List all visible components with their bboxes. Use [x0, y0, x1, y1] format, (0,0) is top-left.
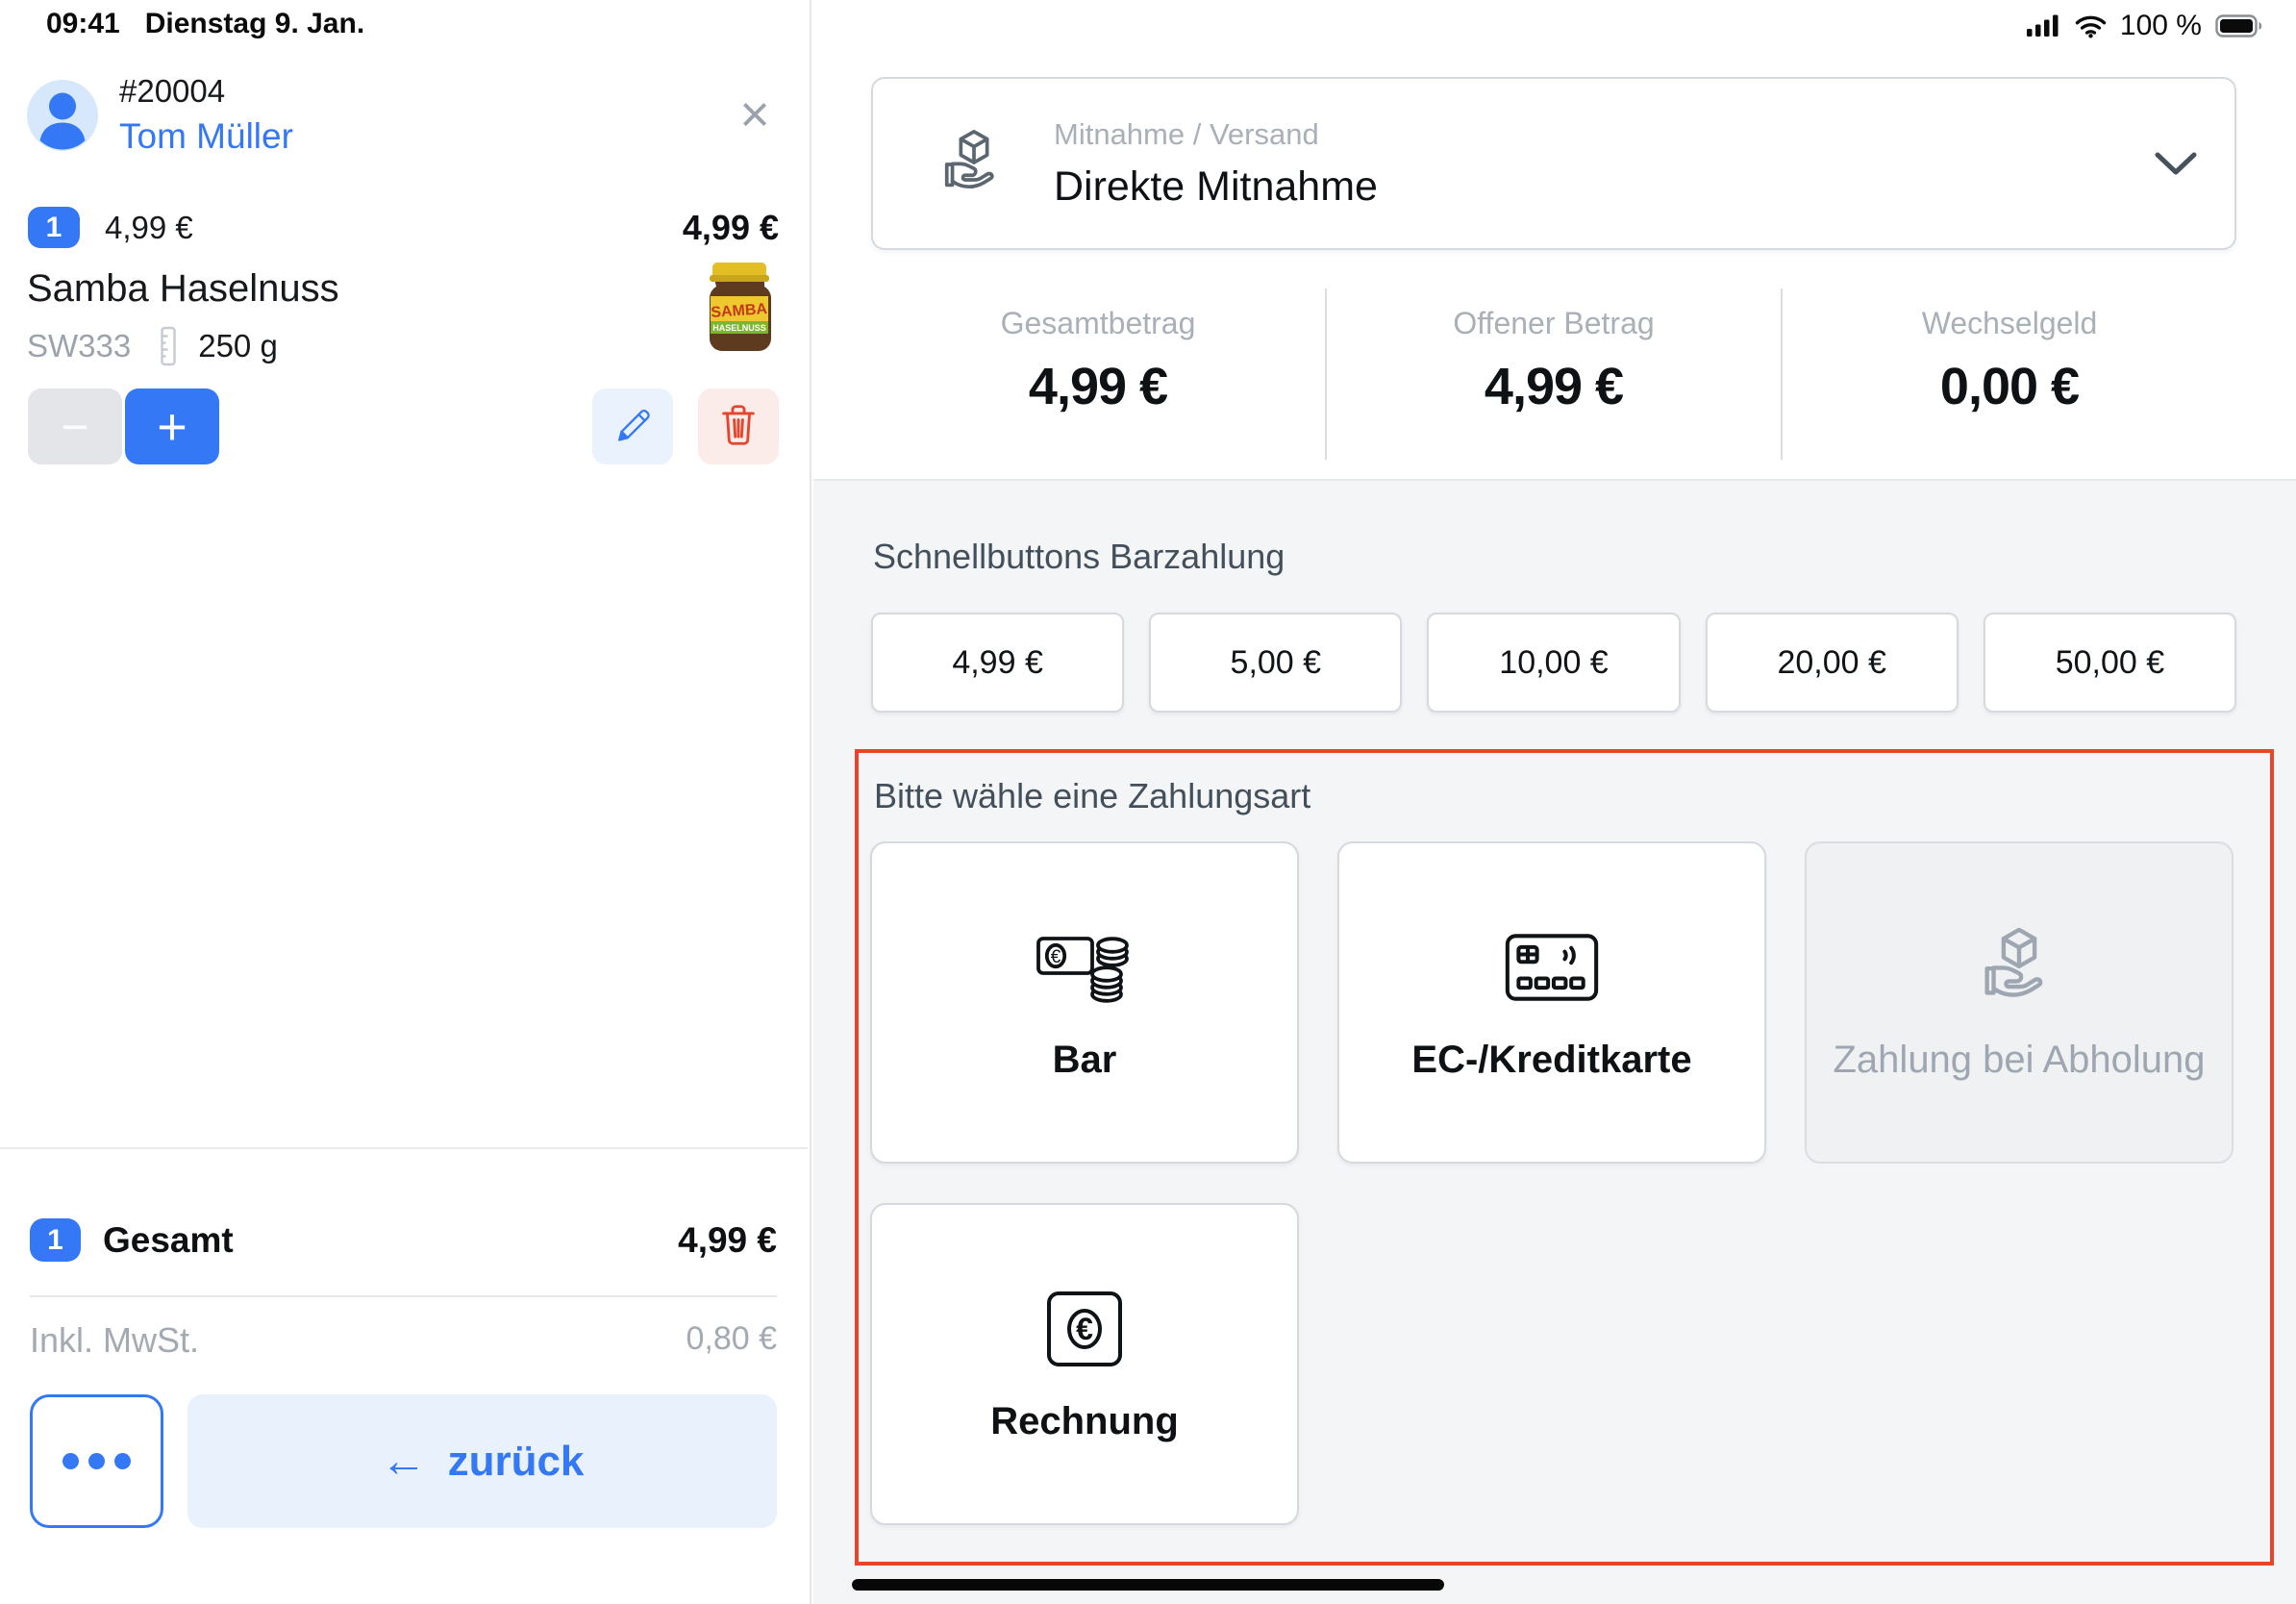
person-icon: [27, 80, 98, 151]
payment-method-section: Bitte wähle eine Zahlungsart €: [855, 749, 2274, 1566]
battery-icon: [2215, 14, 2263, 38]
summary-quantity-badge: 1: [30, 1218, 81, 1262]
wifi-icon: [2075, 14, 2107, 38]
minus-icon: −: [61, 399, 88, 455]
payment-method-label: EC-/Kreditkarte: [1411, 1039, 1691, 1082]
ellipsis-dot: [88, 1453, 105, 1469]
fulfillment-value: Direkte Mitnahme: [1054, 163, 1378, 211]
invoice-euro-icon: €: [1042, 1285, 1127, 1373]
cart-summary: 1 Gesamt 4,99 € Inkl. MwSt. 0,80 € ← zur…: [0, 1147, 808, 1604]
ellipsis-dot: [62, 1453, 79, 1469]
vat-amount: 0,80 €: [686, 1320, 777, 1361]
quick-cash-button[interactable]: 4,99 €: [871, 613, 1124, 713]
quick-cash-button[interactable]: 50,00 €: [1984, 613, 2236, 713]
increase-quantity-button[interactable]: +: [125, 388, 219, 464]
avatar: [27, 80, 98, 151]
customer-number: #20004: [119, 73, 293, 110]
date-text: Dienstag 9. Jan.: [145, 8, 364, 40]
battery-percentage: 100 %: [2120, 10, 2202, 42]
quick-cash-button[interactable]: 5,00 €: [1149, 613, 1402, 713]
totals-row: Gesamtbetrag 4,99 € Offener Betrag 4,99 …: [871, 288, 2236, 460]
customer-meta: #20004 Tom Müller: [119, 73, 293, 157]
payment-method-label: Bar: [1053, 1039, 1117, 1082]
payment-method-label: Zahlung bei Abholung: [1834, 1039, 2206, 1082]
back-button-label: zurück: [448, 1438, 585, 1486]
vat-row: Inkl. MwSt. 0,80 €: [30, 1320, 777, 1361]
close-cart-button[interactable]: ×: [721, 81, 788, 148]
payment-method-zahlung-bei-abholung: Zahlung bei Abholung: [1805, 841, 2234, 1164]
back-button[interactable]: ← zurück: [187, 1394, 777, 1528]
payment-method-label: Rechnung: [990, 1400, 1179, 1443]
package-hand-icon: [936, 126, 1011, 201]
quick-cash-row: 4,99 € 5,00 € 10,00 € 20,00 € 50,00 €: [871, 613, 2236, 713]
cart-item-quantity-row: 1 4,99 € 4,99 €: [28, 206, 779, 249]
quantity-stepper: − +: [28, 388, 219, 464]
quantity-badge: 1: [28, 207, 80, 248]
home-indicator[interactable]: [852, 1579, 1444, 1591]
total-wechselgeld: Wechselgeld 0,00 €: [1781, 288, 2236, 460]
total-gesamtbetrag: Gesamtbetrag 4,99 €: [871, 288, 1325, 460]
ruler-icon: [156, 326, 181, 366]
product-meta: SW333 250 g: [27, 325, 278, 367]
summary-divider: [30, 1295, 777, 1297]
payment-heading: Bitte wähle eine Zahlungsart: [874, 776, 1310, 816]
cellular-signal-icon: [2027, 14, 2061, 38]
quick-cash-heading: Schnellbuttons Barzahlung: [873, 537, 1285, 577]
decrease-quantity-button[interactable]: −: [28, 388, 122, 464]
fulfillment-text: Mitnahme / Versand Direkte Mitnahme: [1054, 117, 1378, 211]
edit-item-button[interactable]: [592, 388, 673, 464]
pos-checkout-screen: 09:41 Dienstag 9. Jan. 100 %: [0, 0, 2296, 1604]
status-bar-right: 100 %: [2027, 10, 2263, 42]
payment-method-grid: € Bar: [870, 841, 2234, 1525]
total-offener-betrag: Offener Betrag 4,99 €: [1325, 288, 1781, 460]
fulfillment-label: Mitnahme / Versand: [1054, 117, 1378, 152]
payment-panel: Mitnahme / Versand Direkte Mitnahme Gesa…: [813, 0, 2296, 1604]
product-name: Samba Haselnuss: [27, 267, 339, 311]
credit-card-icon: [1504, 923, 1600, 1012]
summary-label: Gesamt: [103, 1220, 234, 1261]
product-sku: SW333: [27, 328, 131, 364]
customer-row: #20004 Tom Müller: [27, 73, 781, 157]
package-hand-icon: [1975, 923, 2063, 1012]
payment-method-ec-kreditkarte[interactable]: EC-/Kreditkarte: [1337, 841, 1766, 1164]
cart-panel: #20004 Tom Müller × 1 4,99 € 4,99 € Samb…: [0, 0, 811, 1604]
pencil-icon: [611, 403, 655, 450]
total-label: Wechselgeld: [1922, 306, 2098, 341]
summary-actions: ← zurück: [30, 1394, 777, 1528]
total-value: 0,00 €: [1940, 357, 2079, 416]
customer-name-link[interactable]: Tom Müller: [119, 116, 293, 157]
back-arrow-icon: ←: [381, 1439, 427, 1485]
total-value: 4,99 €: [1029, 357, 1167, 416]
vat-label: Inkl. MwSt.: [30, 1320, 199, 1361]
fulfillment-dropdown[interactable]: Mitnahme / Versand Direkte Mitnahme: [871, 77, 2236, 250]
summary-total-row: 1 Gesamt 4,99 €: [30, 1218, 777, 1262]
total-value: 4,99 €: [1485, 357, 1623, 416]
svg-text:HASELNUSS: HASELNUSS: [712, 323, 766, 333]
delete-item-button[interactable]: [698, 388, 779, 464]
status-bar-left: 09:41 Dienstag 9. Jan.: [46, 8, 364, 40]
unit-price: 4,99 €: [105, 210, 193, 246]
summary-total: 4,99 €: [678, 1220, 777, 1261]
close-icon: ×: [739, 85, 770, 144]
plus-icon: +: [157, 397, 187, 457]
quick-cash-button[interactable]: 10,00 €: [1427, 613, 1680, 713]
more-options-button[interactable]: [30, 1394, 163, 1528]
line-total: 4,99 €: [683, 208, 779, 248]
payment-method-rechnung[interactable]: € Rechnung: [870, 1203, 1299, 1525]
total-label: Offener Betrag: [1453, 306, 1654, 341]
svg-text:€: €: [1051, 947, 1061, 967]
ellipsis-dot: [114, 1453, 131, 1469]
chevron-down-icon: [2154, 151, 2198, 176]
product-image: SAMBA HASELNUSS: [702, 260, 777, 352]
total-label: Gesamtbetrag: [1001, 306, 1196, 341]
payment-method-bar[interactable]: € Bar: [870, 841, 1299, 1164]
product-weight: 250 g: [198, 328, 278, 364]
cash-icon: €: [1035, 923, 1135, 1012]
clock-text: 09:41: [46, 8, 120, 40]
svg-text:€: €: [1076, 1312, 1093, 1346]
trash-icon: [717, 401, 760, 452]
quick-cash-button[interactable]: 20,00 €: [1706, 613, 1959, 713]
